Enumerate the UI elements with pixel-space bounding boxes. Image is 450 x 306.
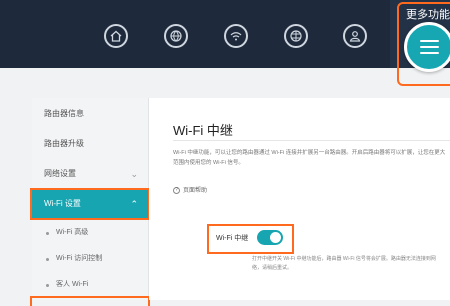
sidebar-subitem-wifi-access-control[interactable]: Wi-Fi 访问控制 bbox=[32, 248, 148, 270]
sidebar-subitem-label: 客人 Wi-Fi bbox=[56, 281, 89, 288]
menu-icon[interactable] bbox=[404, 22, 450, 72]
sidebar-subitem-guest-wifi[interactable]: 客人 Wi-Fi bbox=[32, 274, 148, 296]
repeater-hint-text: 打开中继开关 Wi-Fi 中继功能后，路由器 Wi-Fi 信号将会扩展。路由器无… bbox=[252, 256, 436, 271]
bullet-icon bbox=[46, 258, 49, 261]
sidebar-item-label: 网络设置 bbox=[44, 169, 76, 178]
bullet-icon bbox=[46, 232, 49, 235]
sidebar-subitem-wifi-advanced[interactable]: Wi-Fi 高级 bbox=[32, 222, 148, 244]
page-description: Wi-Fi 中继功能，可以让您的路由器通过 Wi-Fi 连接并扩展另一台路由器。… bbox=[173, 150, 446, 166]
internet-icon[interactable] bbox=[284, 24, 308, 48]
wifi-repeater-toggle[interactable] bbox=[257, 230, 283, 245]
bullet-icon bbox=[46, 284, 49, 287]
toggle-knob bbox=[270, 232, 281, 243]
help-icon: ? bbox=[173, 186, 180, 194]
sidebar-item-network-settings[interactable]: 网络设置 ⌄ bbox=[32, 162, 148, 186]
home-icon[interactable] bbox=[104, 24, 128, 48]
title-divider bbox=[173, 140, 450, 141]
sidebar-subitem-label: Wi-Fi 高级 bbox=[56, 229, 89, 236]
menu-line bbox=[420, 46, 439, 48]
user-icon[interactable] bbox=[343, 24, 367, 48]
sidebar-item-label: 路由器信息 bbox=[44, 109, 84, 118]
top-navigation-bar: 更多功能 bbox=[0, 0, 450, 68]
globe-icon[interactable] bbox=[164, 24, 188, 48]
wifi-repeater-label: Wi-Fi 中继 bbox=[216, 235, 249, 242]
sidebar-subitem-label: Wi-Fi 访问控制 bbox=[56, 255, 103, 262]
wifi-icon[interactable] bbox=[224, 24, 248, 48]
chevron-down-icon: ⌄ bbox=[130, 169, 138, 179]
sidebar-item-router-upgrade[interactable]: 路由器升级 bbox=[32, 132, 148, 156]
sidebar-item-router-info[interactable]: 路由器信息 bbox=[32, 102, 148, 126]
help-link[interactable]: ? 页面帮助 bbox=[173, 185, 207, 194]
menu-line bbox=[420, 52, 439, 54]
menu-line bbox=[420, 40, 439, 42]
sidebar-item-label: 路由器升级 bbox=[44, 139, 84, 148]
next-item-highlight-box bbox=[30, 296, 150, 306]
page-title: Wi-Fi 中继 bbox=[173, 123, 233, 138]
wifi-settings-highlight-box bbox=[30, 188, 150, 220]
help-link-label: 页面帮助 bbox=[183, 188, 208, 194]
